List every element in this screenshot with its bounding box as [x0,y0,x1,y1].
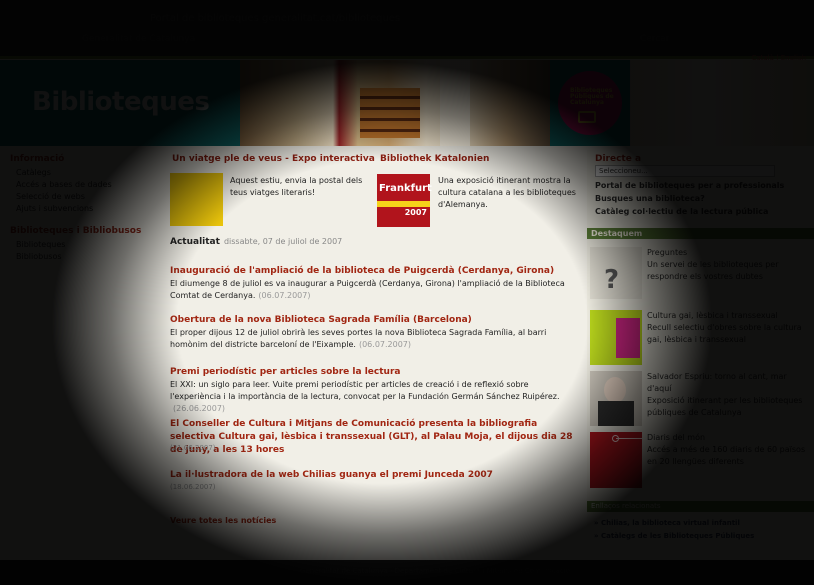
glt-thumbnail[interactable] [590,310,642,365]
portrait-face-image [604,377,626,403]
search-link[interactable]: Cercar [640,34,670,44]
news-item: El proper dijous 12 de juliol obrirà les… [170,327,570,351]
destaquem-item[interactable]: Salvador Espriu: torno al cant, mar d'aq… [647,371,807,419]
preguntes-thumbnail[interactable]: ? [590,247,642,299]
sidebar-link-professionals[interactable]: Portal de biblioteques per a professiona… [595,181,784,190]
enllac-catalegs[interactable]: » Catàlegs de les Biblioteques Públiques [594,532,754,540]
question-mark-icon: ? [604,265,620,295]
news-header-date: dissabte, 07 de juliol de 2007 [223,237,343,246]
nav-item-bibliobusos[interactable]: Bibliobusos [16,252,62,261]
banner: Biblioteques Biblioteques Públiques de C… [0,60,814,146]
news-title-conseller[interactable]: El Conseller de Cultura i Mitjans de Com… [170,418,575,457]
banner-photo [240,60,550,146]
destaquem-item-title: Salvador Espriu: torno al cant, mar d'aq… [647,372,787,393]
all-news-link[interactable]: Veure totes les notícies [170,516,276,525]
gov-label[interactable]: Generalitat de Catalunya [82,34,195,44]
bookshelf-image [360,88,420,138]
window-title: Portal de biblioteques generalitat.cat/b… [150,13,401,24]
glt-cover-image [616,318,640,358]
news-header: Actualitat dissabte, 07 de juliol de 2007 [170,237,342,247]
sidebar-link-busques[interactable]: Busques una biblioteca? [595,194,705,203]
destaquem-item-title: Preguntes [647,248,688,257]
news-text: El diumenge 8 de juliol es va inaugurar … [170,279,565,300]
green-divider: Català | English [0,54,814,62]
news-date: (06.07.2007) [258,291,311,300]
destaquem-item-text: Exposició itinerant per les biblioteques… [647,396,803,417]
news-item: El XXI: un siglo para leer. Vuite premi … [170,379,570,415]
postal-thumbnail[interactable] [170,173,223,226]
news-title-puigcerda[interactable]: Inauguració de l'ampliació de la bibliot… [170,266,554,276]
destaquem-item-text: Un servei de les biblioteques per respon… [647,260,779,281]
frankfurt-stripe [377,201,430,207]
destaquem-title: Destaquem [591,229,643,238]
enllac-label: Catàlegs de les Biblioteques Públiques [600,532,755,540]
page: Portal de biblioteques generalitat.cat/b… [0,0,814,585]
banner-right-photo [630,60,814,146]
frankfurt-thumbnail[interactable]: Frankfurt 2007 [377,174,432,227]
frankfurt-year: 2007 [404,208,427,217]
sidebar-link-cataleg[interactable]: Catàleg col·lectiu de la lectura pública [595,207,768,216]
nav-item-ajuts[interactable]: Ajuts i subvencions [16,204,93,213]
news-date: (06.07.2007) [358,340,412,349]
enllac-label: Chilias, la biblioteca virtual infantil [600,519,740,527]
nav-item-biblioteques[interactable]: Biblioteques [16,240,65,249]
enllacos-header: Enllaços relacionats [587,501,814,512]
directe-select-value: Seleccioneu... [599,167,648,175]
site-logo[interactable]: Biblioteques [32,87,210,117]
book-icon [578,111,596,123]
directe-title: Directe a [595,154,642,164]
enllac-chilias[interactable]: » Chilias, la biblioteca virtual infanti… [594,519,740,527]
destaquem-header: Destaquem [587,228,814,239]
nav-item-catalegs[interactable]: Catàlegs [16,168,51,177]
nav-section-biblioteques: Biblioteques i Bibliobusos [10,226,142,236]
news-date: (18.06.2007) [170,483,216,491]
biblioteques-badge-logo[interactable]: Biblioteques Públiques de Catalunya [558,71,622,135]
destaquem-item-text: Accés a més de 160 diaris de 60 països e… [647,445,806,466]
news-date: (21.06.2007) [170,444,216,452]
nav-item-bases-dades[interactable]: Accés a bases de dades [16,180,112,189]
news-header-label: Actualitat [170,237,220,247]
destaquem-item-text: Recull selectiu d'obres sobre la cultura… [647,323,802,344]
news-item: El diumenge 8 de juliol es va inaugurar … [170,278,570,302]
enllacos-title: Enllaços relacionats [591,502,661,510]
featured-title-expo[interactable]: Un viatge ple de veus - Expo interactiva [172,154,375,164]
featured-text-expo: Aquest estiu, envia la postal dels teus … [230,176,363,197]
footer: Generalitat de Catalunya · Departament d… [0,560,814,585]
news-date: (26.06.2007) [173,404,226,413]
destaquem-item[interactable]: Cultura gai, lèsbica i transsexual Recul… [647,310,807,346]
featured-text-katalonien: Una exposició itinerant mostra la cultur… [438,176,576,209]
top-bar: Portal de biblioteques generalitat.cat/b… [0,0,814,58]
thumbnail-line [616,438,642,439]
diaris-thumbnail[interactable] [590,432,642,488]
portrait-suit-image [598,401,634,426]
badge-text: Biblioteques Públiques de Catalunya [570,87,614,106]
espriu-thumbnail[interactable] [590,371,642,426]
directe-select[interactable]: Seleccioneu... [595,165,775,177]
news-title-premi[interactable]: Premi periodístic per articles sobre la … [170,367,400,377]
footer-text: Generalitat de Catalunya · Departament d… [300,567,570,575]
news-title-sagrada-familia[interactable]: Obertura de la nova Biblioteca Sagrada F… [170,315,472,325]
frankfurt-label: Frankfurt [379,183,432,194]
destaquem-item-title: Diaris del món [647,433,706,442]
destaquem-item[interactable]: Diaris del món Accés a més de 160 diaris… [647,432,807,468]
news-title-chilias[interactable]: La il·lustradora de la web Chilias guany… [170,470,493,480]
pillar-image [440,60,470,146]
news-text: El XXI: un siglo para leer. Vuite premi … [170,380,560,401]
nav-item-webs[interactable]: Selecció de webs [16,192,85,201]
circle-icon [612,435,619,442]
featured-title-katalonien[interactable]: Bibliothek Katalonien [380,154,489,164]
destaquem-item[interactable]: Preguntes Un servei de les biblioteques … [647,247,807,283]
destaquem-item-title: Cultura gai, lèsbica i transsexual [647,311,778,320]
